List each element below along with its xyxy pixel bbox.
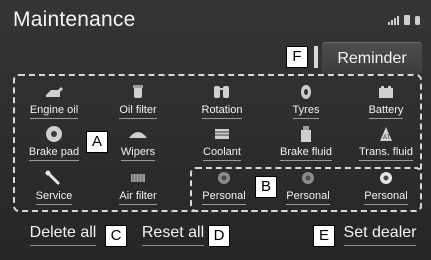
signal-icon <box>388 16 399 25</box>
phone-battery-icon <box>404 15 410 25</box>
item-wipers[interactable]: Wipers <box>102 124 174 166</box>
battery-icon <box>376 82 396 102</box>
item-label: Rotation <box>201 104 243 119</box>
page-title: Maintenance <box>13 8 136 31</box>
item-service[interactable]: Service <box>18 168 90 210</box>
delete-all-button[interactable]: Delete all <box>22 218 104 252</box>
air-filter-icon <box>128 168 148 188</box>
item-label: Battery <box>368 104 404 119</box>
brake-pad-icon <box>45 124 63 144</box>
trans-fluid-icon: AT <box>376 124 396 144</box>
item-air-filter[interactable]: Air filter <box>102 168 174 210</box>
item-label: Personal <box>286 190 330 205</box>
delete-all-label: Delete all <box>29 224 97 246</box>
item-rotation[interactable]: Rotation <box>186 82 258 124</box>
callout-d: D <box>208 225 230 247</box>
reset-all-label: Reset all <box>141 224 205 246</box>
wiper-icon <box>127 124 149 144</box>
callout-f: F <box>286 46 308 68</box>
tyre-icon <box>298 82 314 102</box>
reset-all-button[interactable]: Reset all <box>138 218 208 252</box>
tyre-rotation-icon <box>211 82 233 102</box>
item-label: Wipers <box>120 146 156 161</box>
item-label: Tyres <box>292 104 320 119</box>
item-label: Trans. fluid <box>358 146 413 161</box>
bluetooth-icon <box>415 16 420 25</box>
personal-icon <box>216 168 232 188</box>
item-label: Personal <box>202 190 246 205</box>
item-label: Brake pad <box>28 146 80 161</box>
item-brake-fluid[interactable]: Brake fluid <box>270 124 342 166</box>
item-oil-filter[interactable]: Oil filter <box>102 82 174 124</box>
item-label: Service <box>35 190 73 205</box>
item-brake-pad[interactable]: Brake pad <box>18 124 90 166</box>
item-tyres[interactable]: Tyres <box>270 82 342 124</box>
item-engine-oil[interactable]: Engine oil <box>18 82 90 124</box>
reminder-button[interactable]: Reminder <box>322 42 422 75</box>
set-dealer-label: Set dealer <box>343 224 417 246</box>
item-label: Air filter <box>119 190 157 205</box>
callout-e: E <box>313 225 335 247</box>
item-personal-2[interactable]: Personal <box>272 168 344 210</box>
item-coolant[interactable]: Coolant <box>186 124 258 166</box>
item-personal-3[interactable]: Personal <box>350 168 422 210</box>
wrench-icon <box>45 168 63 188</box>
oil-filter-icon <box>129 82 147 102</box>
item-label: Coolant <box>203 146 241 161</box>
item-trans-fluid[interactable]: AT Trans. fluid <box>350 124 422 166</box>
reminder-label: Reminder <box>337 50 407 67</box>
item-label: Personal <box>364 190 408 205</box>
personal-icon <box>300 168 316 188</box>
svg-text:AT: AT <box>383 135 391 141</box>
item-battery[interactable]: Battery <box>350 82 422 124</box>
personal-icon <box>378 168 394 188</box>
item-personal-1[interactable]: Personal <box>188 168 260 210</box>
brake-fluid-icon <box>298 124 314 144</box>
item-label: Engine oil <box>29 104 79 119</box>
status-icons <box>388 15 420 25</box>
coolant-icon <box>212 124 232 144</box>
item-label: Brake fluid <box>280 146 332 161</box>
set-dealer-button[interactable]: Set dealer <box>340 218 420 252</box>
engine-oil-icon <box>43 82 65 102</box>
callout-c: C <box>105 225 127 247</box>
reminder-indicator <box>314 46 318 68</box>
maintenance-screen: Maintenance Reminder F Engine oil Oil fi… <box>0 0 431 260</box>
item-label: Oil filter <box>119 104 157 119</box>
